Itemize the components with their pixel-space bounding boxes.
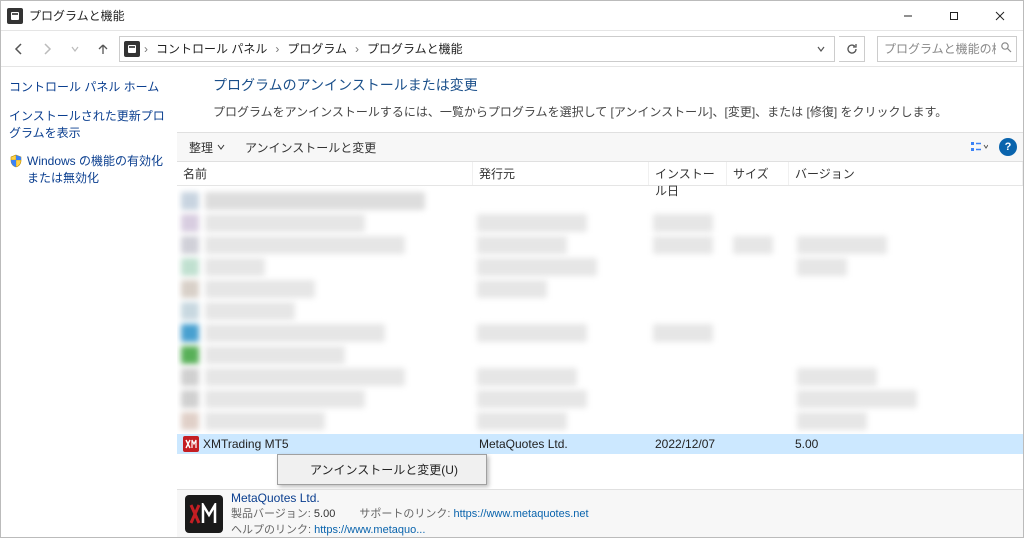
command-toolbar: 整理 アンインストールと変更 ? <box>177 132 1023 162</box>
sidebar: コントロール パネル ホーム インストールされた更新プログラムを表示 Windo… <box>1 67 177 537</box>
crumb-programs[interactable]: プログラム <box>283 37 351 61</box>
window-title: プログラムと機能 <box>29 7 125 24</box>
details-help-link[interactable]: https://www.metaquo... <box>314 524 425 536</box>
column-header-name[interactable]: 名前 <box>177 162 473 185</box>
close-button[interactable] <box>977 1 1023 31</box>
context-menu: アンインストールと変更(U) <box>277 454 487 485</box>
sidebar-link-cp-home[interactable]: コントロール パネル ホーム <box>9 79 169 96</box>
details-support-link-label: サポートのリンク: <box>359 508 450 520</box>
details-product-version-label: 製品バージョン: <box>231 508 311 520</box>
crumb-control-panel[interactable]: コントロール パネル <box>152 37 271 61</box>
page-description: プログラムをアンインストールするには、一覧からプログラムを選択して [アンインス… <box>213 103 1015 120</box>
details-publisher: MetaQuotes Ltd. <box>231 491 589 505</box>
column-header-publisher[interactable]: 発行元 <box>473 162 649 185</box>
path-dropdown-icon[interactable] <box>812 44 830 54</box>
chevron-right-icon: › <box>353 42 361 56</box>
chevron-right-icon: › <box>273 42 281 56</box>
refresh-button[interactable] <box>839 36 865 62</box>
crumb-programs-features[interactable]: プログラムと機能 <box>363 37 467 61</box>
search-input[interactable] <box>882 41 998 57</box>
organize-button[interactable]: 整理 <box>183 137 231 158</box>
content-body: コントロール パネル ホーム インストールされた更新プログラムを表示 Windo… <box>1 67 1023 537</box>
details-program-icon <box>185 495 223 533</box>
sidebar-link-windows-features[interactable]: Windows の機能の有効化または無効化 <box>9 153 169 187</box>
row-date-cell: 2022/12/07 <box>649 437 727 451</box>
list-header: 名前 発行元 インストール日 サイズ バージョン <box>177 162 1023 186</box>
sidebar-link-installed-updates[interactable]: インストールされた更新プログラムを表示 <box>9 108 169 142</box>
sidebar-link-label: Windows の機能の有効化または無効化 <box>27 153 169 187</box>
shield-icon <box>9 154 23 168</box>
search-icon <box>1000 41 1012 56</box>
page-title: プログラムのアンインストールまたは変更 <box>213 75 1015 95</box>
app-icon <box>7 8 23 24</box>
up-button[interactable] <box>91 37 115 61</box>
details-help-link-label: ヘルプのリンク: <box>231 524 311 536</box>
program-list: 名前 発行元 インストール日 サイズ バージョン <box>177 162 1023 489</box>
row-name-cell: XMTrading MT5 <box>177 436 473 452</box>
address-bar: › コントロール パネル › プログラム › プログラムと機能 <box>1 31 1023 67</box>
column-header-install-date[interactable]: インストール日 <box>649 162 727 185</box>
xm-icon <box>183 436 199 452</box>
details-info: MetaQuotes Ltd. 製品バージョン: 5.00 サポートのリンク: … <box>231 491 589 537</box>
programs-and-features-window: プログラムと機能 › コントロール パネル › プログラム › プログラムと機能 <box>0 0 1024 538</box>
main-pane: プログラムのアンインストールまたは変更 プログラムをアンインストールするには、一… <box>177 67 1023 537</box>
row-version-cell: 5.00 <box>789 437 1023 451</box>
column-header-version[interactable]: バージョン <box>789 162 1023 185</box>
recent-dropdown[interactable] <box>63 37 87 61</box>
back-button[interactable] <box>7 37 31 61</box>
heading-block: プログラムのアンインストールまたは変更 プログラムをアンインストールするには、一… <box>177 67 1023 132</box>
row-publisher-cell: MetaQuotes Ltd. <box>473 437 649 451</box>
search-box[interactable] <box>877 36 1017 62</box>
breadcrumb-path[interactable]: › コントロール パネル › プログラム › プログラムと機能 <box>119 36 835 62</box>
list-rows[interactable]: XMTrading MT5 MetaQuotes Ltd. 2022/12/07… <box>177 186 1023 489</box>
details-pane: MetaQuotes Ltd. 製品バージョン: 5.00 サポートのリンク: … <box>177 489 1023 537</box>
view-options-button[interactable] <box>967 137 991 157</box>
maximize-button[interactable] <box>931 1 977 31</box>
chevron-right-icon: › <box>142 42 150 56</box>
context-menu-item-uninstall-change[interactable]: アンインストールと変更(U) <box>280 457 484 482</box>
details-product-version: 5.00 <box>314 508 335 520</box>
path-icon <box>124 41 140 57</box>
help-button[interactable]: ? <box>999 138 1017 156</box>
uninstall-change-button[interactable]: アンインストールと変更 <box>239 137 382 158</box>
titlebar: プログラムと機能 <box>1 1 1023 31</box>
details-support-link[interactable]: https://www.metaquotes.net <box>453 508 588 520</box>
selected-program-row[interactable]: XMTrading MT5 MetaQuotes Ltd. 2022/12/07… <box>177 434 1023 454</box>
forward-button[interactable] <box>35 37 59 61</box>
minimize-button[interactable] <box>885 1 931 31</box>
column-header-size[interactable]: サイズ <box>727 162 789 185</box>
